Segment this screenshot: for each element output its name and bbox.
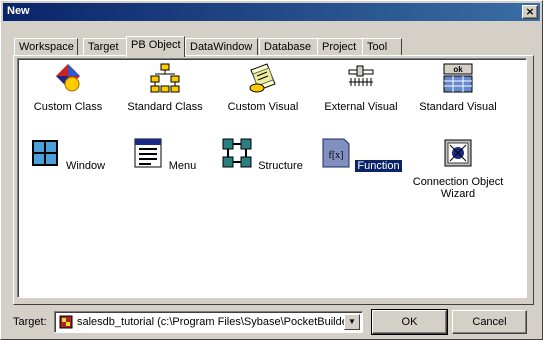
item-standard-class[interactable]: Standard Class bbox=[115, 62, 215, 113]
target-icon bbox=[59, 315, 73, 329]
ok-button[interactable]: OK bbox=[371, 309, 448, 335]
item-function[interactable]: f[x] Function bbox=[311, 137, 411, 173]
standard-visual-icon: ok bbox=[443, 63, 473, 93]
tab-pb-object[interactable]: PB Object bbox=[126, 36, 185, 57]
item-connection-object-wizard[interactable]: Connection Object Wizard bbox=[408, 137, 508, 200]
item-custom-class[interactable]: Custom Class bbox=[18, 62, 118, 113]
item-structure[interactable]: Structure bbox=[213, 137, 313, 172]
item-label: Custom Class bbox=[33, 101, 103, 113]
new-dialog: New × Workspace Target PB Object DataWin… bbox=[0, 0, 543, 340]
item-window[interactable]: Window bbox=[18, 137, 118, 172]
object-list: Custom Class Standard Class Custom Visua… bbox=[17, 58, 527, 298]
title-bar[interactable]: New × bbox=[3, 3, 540, 21]
target-dropdown[interactable]: salesdb_tutorial (c:\Program Files\Sybas… bbox=[54, 311, 363, 333]
structure-icon bbox=[222, 138, 252, 168]
tab-workspace[interactable]: Workspace bbox=[14, 38, 78, 56]
dialog-title: New bbox=[7, 5, 30, 17]
item-label: Connection Object Wizard bbox=[411, 176, 506, 200]
close-button[interactable]: × bbox=[522, 5, 538, 19]
function-icon: f[x] bbox=[322, 138, 350, 168]
target-value: salesdb_tutorial (c:\Program Files\Sybas… bbox=[77, 316, 345, 328]
svg-text:ok: ok bbox=[453, 65, 463, 74]
item-external-visual[interactable]: External Visual bbox=[311, 62, 411, 113]
tab-tool[interactable]: Tool bbox=[362, 38, 402, 56]
tab-datawindow[interactable]: DataWindow bbox=[185, 38, 258, 56]
item-label: Function bbox=[354, 159, 403, 173]
menu-icon bbox=[134, 138, 162, 168]
connection-wizard-icon bbox=[444, 139, 472, 167]
tab-database[interactable]: Database bbox=[259, 38, 318, 56]
standard-class-icon bbox=[150, 63, 180, 93]
item-label-line2: Wizard bbox=[440, 188, 476, 200]
svg-text:f[x]: f[x] bbox=[329, 150, 344, 161]
tab-target[interactable]: Target bbox=[83, 38, 127, 56]
custom-visual-icon bbox=[249, 63, 276, 93]
custom-class-icon bbox=[56, 64, 80, 92]
item-label: Menu bbox=[168, 160, 197, 172]
item-label: Standard Class bbox=[127, 101, 203, 113]
item-label: Custom Visual bbox=[227, 101, 299, 113]
item-label: Structure bbox=[258, 160, 303, 172]
item-standard-visual[interactable]: ok Standard Visual bbox=[408, 62, 508, 113]
item-label-line1: Connection Object bbox=[412, 176, 504, 188]
item-menu[interactable]: Menu bbox=[115, 137, 215, 172]
target-label: Target: bbox=[13, 316, 47, 328]
close-icon: × bbox=[525, 5, 535, 18]
external-visual-icon bbox=[348, 65, 374, 86]
item-label: External Visual bbox=[324, 101, 398, 113]
window-icon bbox=[31, 140, 58, 166]
tab-project[interactable]: Project bbox=[317, 38, 363, 56]
item-label: Standard Visual bbox=[419, 101, 497, 113]
chevron-down-icon[interactable]: ▼ bbox=[344, 314, 360, 330]
item-custom-visual[interactable]: Custom Visual bbox=[213, 62, 313, 113]
item-label: Window bbox=[65, 160, 106, 172]
cancel-button[interactable]: Cancel bbox=[452, 310, 527, 334]
